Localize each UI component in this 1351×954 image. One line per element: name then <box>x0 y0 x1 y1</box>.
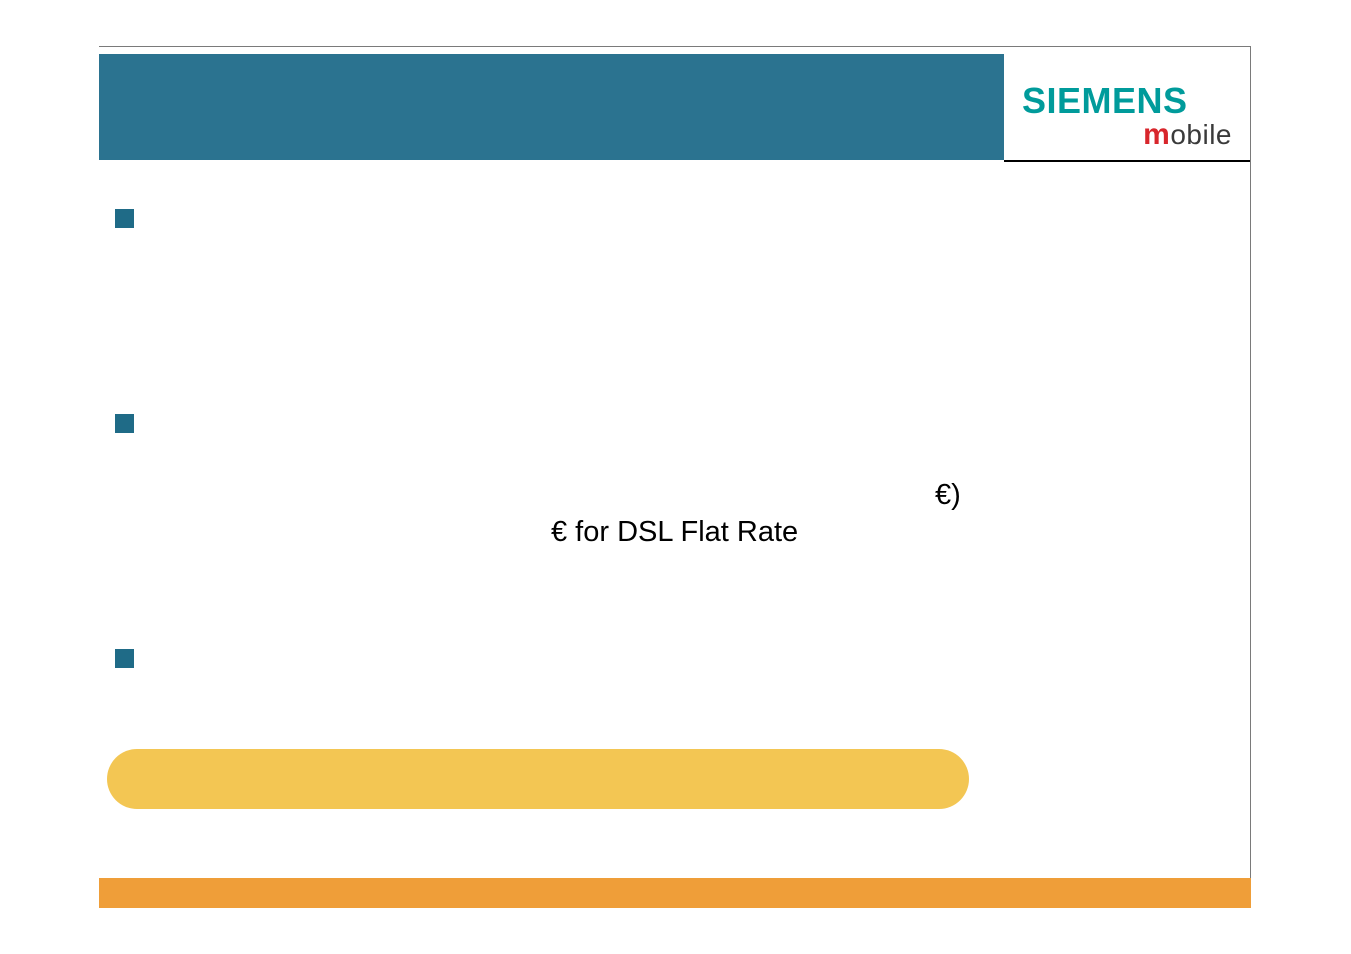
brand-logo-text: SIEMENS <box>1022 80 1188 122</box>
bullet-icon <box>115 649 134 668</box>
brand-sub-rest: obile <box>1170 119 1232 150</box>
bullet-icon <box>115 209 134 228</box>
brand-sub-m: m <box>1143 118 1170 151</box>
text-euro-dsl: € for DSL Flat Rate <box>551 516 798 549</box>
header-bar <box>99 54 1004 160</box>
highlight-pill <box>107 749 969 809</box>
bullet-icon <box>115 414 134 433</box>
brand-subtext: mobile <box>1143 118 1232 152</box>
text-euro-paren: €) <box>935 479 961 512</box>
slide: SIEMENS mobile €) € for DSL Flat Rate <box>99 46 1251 908</box>
footer-bar <box>99 878 1251 908</box>
logo-box: SIEMENS mobile <box>1004 54 1250 162</box>
